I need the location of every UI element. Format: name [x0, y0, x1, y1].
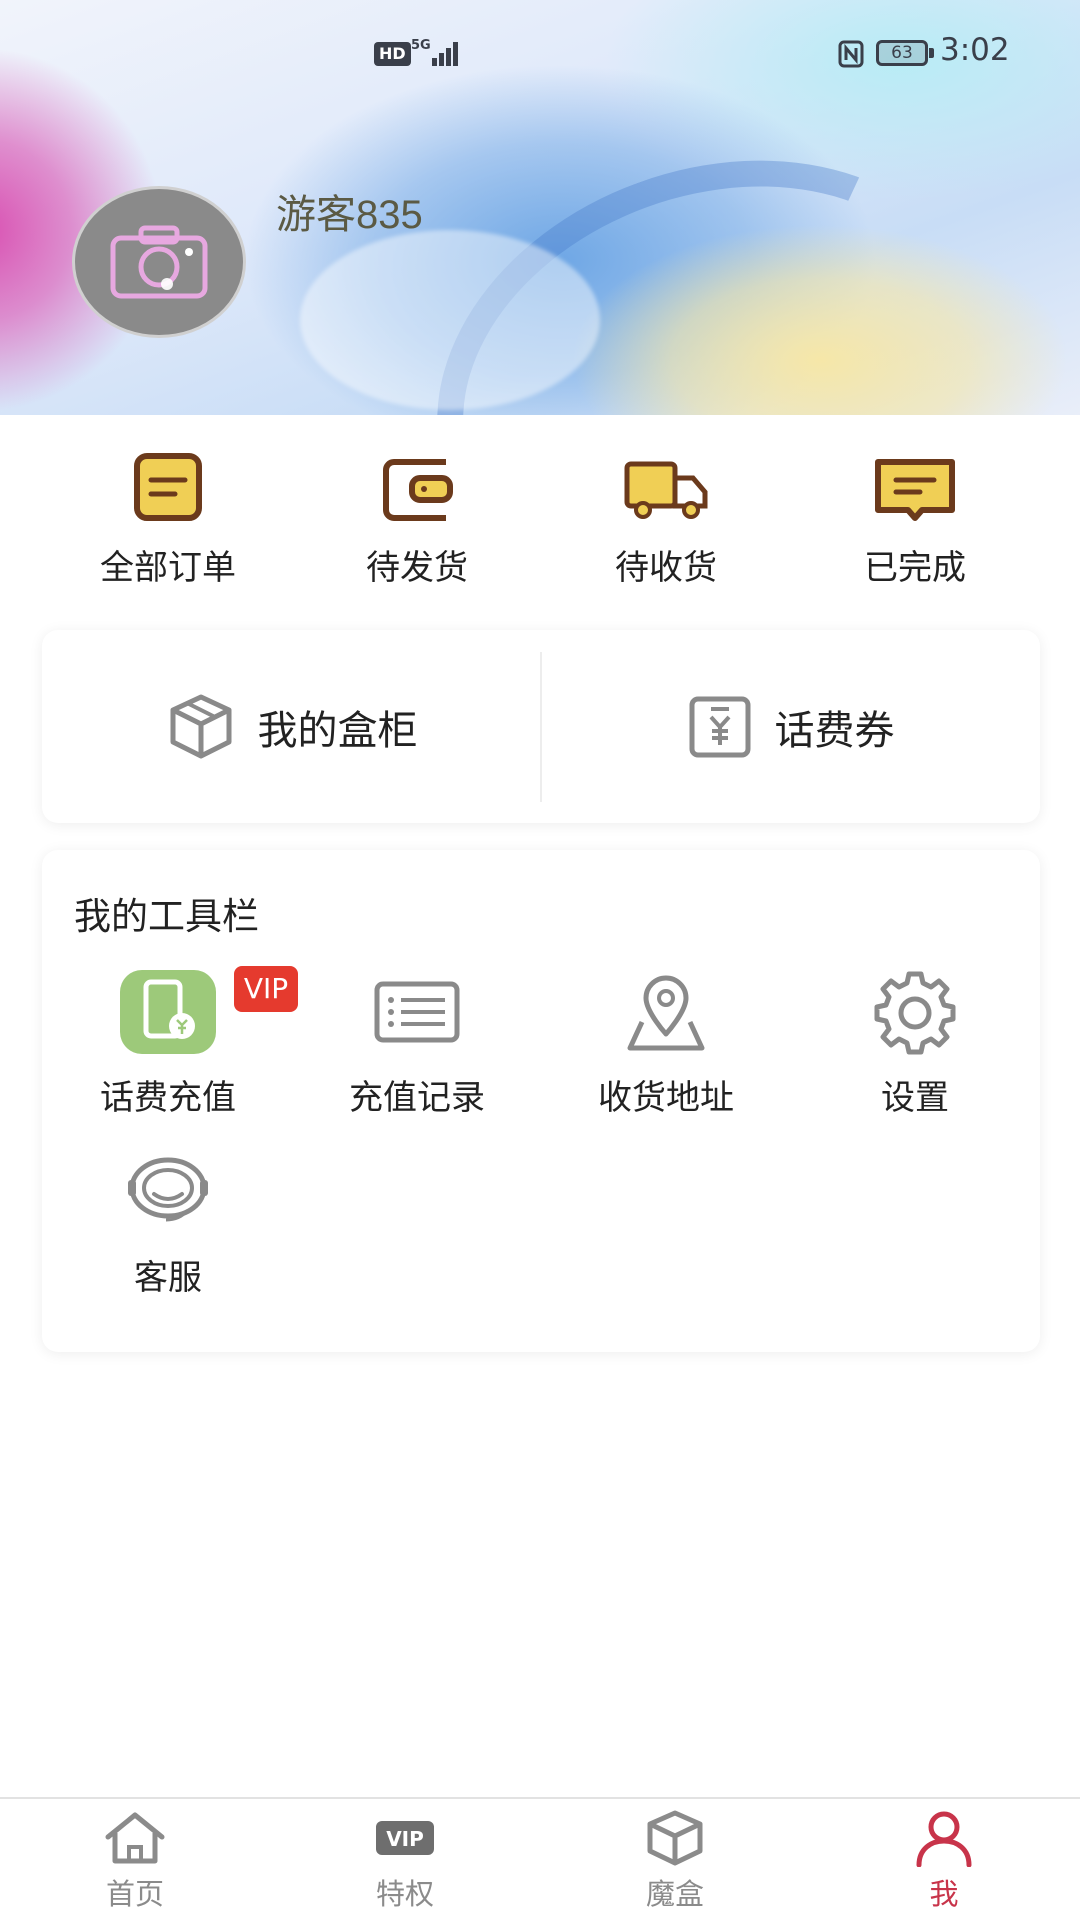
box-icon [647, 1810, 703, 1866]
toolbar-title: 我的工具栏 [74, 895, 259, 938]
settings-label: 设置 [881, 1078, 949, 1118]
username[interactable]: 游客835 [276, 182, 423, 240]
customer-service-label: 客服 [134, 1258, 202, 1298]
record-list-icon [374, 981, 460, 1043]
order-all-button[interactable]: 全部订单 [43, 450, 293, 589]
nfc-icon [838, 40, 864, 68]
battery-icon: 63 [876, 40, 934, 66]
order-list-icon [134, 453, 202, 521]
header-highlight-decoration [300, 230, 600, 410]
location-icon [627, 975, 705, 1051]
phone-recharge-icon [120, 970, 216, 1054]
delivery-address-label: 收货地址 [598, 1078, 734, 1118]
order-completed-button[interactable]: 已完成 [790, 450, 1040, 589]
order-status-row: 全部订单 待发货 待收货 已完成 [0, 450, 1080, 600]
coupon-icon [689, 696, 750, 757]
vip-badge: VIP [234, 966, 298, 1012]
my-box-cabinet-label: 我的盒柜 [257, 707, 418, 754]
phone-coupon-label: 话费券 [774, 707, 895, 754]
camera-icon [110, 225, 208, 299]
clock: 3:02 [940, 32, 1010, 68]
bottom-nav: 首页 VIP 特权 魔盒 我 [0, 1797, 1080, 1920]
nav-home-label: 首页 [105, 1877, 164, 1911]
order-pending-receive-label: 待收货 [615, 548, 717, 588]
order-all-label: 全部订单 [100, 548, 236, 588]
person-icon [916, 1811, 972, 1867]
order-completed-label: 已完成 [864, 548, 966, 588]
shortcut-card: 我的盒柜 话费券 [42, 630, 1040, 823]
hd-indicator: HD [374, 42, 411, 66]
nav-privilege[interactable]: VIP 特权 [325, 1809, 485, 1913]
home-icon [105, 1812, 165, 1864]
message-done-icon [875, 459, 955, 521]
order-pending-ship-label: 待发货 [366, 548, 468, 588]
recharge-record-button[interactable]: 充值记录 [292, 968, 542, 1119]
customer-service-button[interactable]: 客服 [43, 1148, 293, 1299]
phone-coupon-button[interactable]: 话费券 [541, 630, 1040, 823]
status-bar: HD 5G 63 3:02 [0, 0, 1080, 105]
avatar[interactable] [72, 186, 246, 338]
nav-magic-box[interactable]: 魔盒 [595, 1809, 755, 1913]
nav-magic-box-label: 魔盒 [645, 1877, 704, 1911]
nav-privilege-label: 特权 [375, 1877, 434, 1911]
gear-icon [874, 971, 956, 1055]
nav-me-label: 我 [929, 1877, 959, 1911]
profile-header: HD 5G 63 3:02 游客835 [0, 0, 1080, 415]
settings-button[interactable]: 设置 [790, 968, 1040, 1119]
wallet-icon [383, 459, 453, 521]
toolbar-card: 我的工具栏 话费充值 VIP 充值记录 收货地址 设置 客服 [42, 850, 1040, 1352]
phone-recharge-label: 话费充值 [100, 1078, 236, 1118]
nav-me[interactable]: 我 [864, 1809, 1024, 1913]
my-box-cabinet-button[interactable]: 我的盒柜 [42, 630, 541, 823]
headset-icon [128, 1157, 208, 1222]
delivery-address-button[interactable]: 收货地址 [541, 968, 791, 1119]
box-icon [170, 694, 231, 758]
signal-icon [426, 38, 462, 66]
order-pending-ship-button[interactable]: 待发货 [292, 450, 542, 589]
nav-home[interactable]: 首页 [55, 1809, 215, 1913]
svg-text:VIP: VIP [386, 1827, 424, 1851]
order-pending-receive-button[interactable]: 待收货 [541, 450, 791, 589]
truck-icon [624, 461, 708, 519]
recharge-record-label: 充值记录 [349, 1078, 485, 1118]
vip-icon: VIP [376, 1821, 434, 1855]
